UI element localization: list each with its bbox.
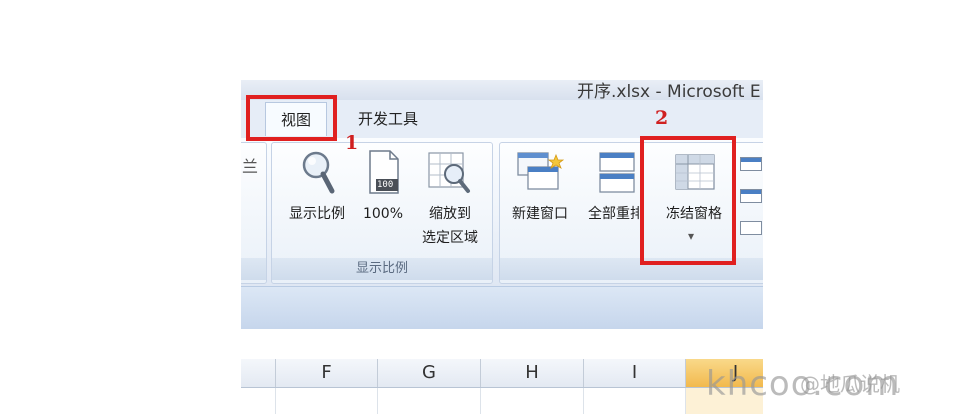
hide-window-icon[interactable] xyxy=(740,189,762,203)
watermark-handle: @地瓜说机 xyxy=(800,372,900,396)
zoom-button[interactable]: 显示比例 xyxy=(276,149,358,229)
cell-grid xyxy=(241,388,763,414)
zoom-to-selection-button[interactable]: 缩放到 选定区域 xyxy=(410,149,490,253)
spacer xyxy=(241,329,763,359)
tab-developer[interactable]: 开发工具 xyxy=(358,108,418,129)
grid-cell[interactable] xyxy=(480,388,583,414)
page-100-icon-text: 100 xyxy=(377,180,394,190)
zoom-to-selection-label-line1: 缩放到 xyxy=(429,206,471,222)
new-window-label: 新建窗口 xyxy=(512,206,568,222)
step-marker-1: 1 xyxy=(345,132,359,154)
new-window-button[interactable]: 新建窗口 xyxy=(502,149,578,229)
arrange-all-icon xyxy=(599,152,635,193)
split-icon[interactable] xyxy=(740,157,762,171)
column-header-f[interactable]: F xyxy=(275,359,377,387)
grid-cell[interactable] xyxy=(377,388,480,414)
zoom-button-label: 显示比例 xyxy=(289,206,345,222)
column-header-row: F G H I J xyxy=(241,359,763,388)
grid-cell[interactable] xyxy=(583,388,685,414)
formula-bar-area xyxy=(241,286,763,330)
zoom-group-caption: 显示比例 xyxy=(272,258,492,280)
previous-group-edge-glyph: 兰 xyxy=(242,157,259,176)
highlight-box-view-tab xyxy=(246,95,337,141)
zoom-100-button[interactable]: 100 100% xyxy=(356,149,410,229)
magnifier-icon xyxy=(302,151,335,194)
previous-group-partial: 兰 xyxy=(241,142,267,284)
zoom-group: 显示比例 100 100% 缩放到 选定区域 显示比例 xyxy=(271,142,493,284)
highlight-box-freeze-panes xyxy=(640,136,736,265)
zoom-100-label: 100% xyxy=(362,206,404,222)
zoom-to-selection-icon xyxy=(428,152,470,193)
grid-cell[interactable] xyxy=(275,388,377,414)
column-header-i[interactable]: I xyxy=(583,359,685,387)
new-window-icon xyxy=(517,152,564,190)
column-header-h[interactable]: H xyxy=(480,359,583,387)
previous-group-caption xyxy=(241,258,266,280)
window-title: 开序.xlsx - Microsoft E xyxy=(577,82,761,102)
zoom-to-selection-label-line2: 选定区域 xyxy=(422,230,478,246)
column-header-g[interactable]: G xyxy=(377,359,480,387)
unhide-window-icon[interactable] xyxy=(740,221,762,235)
step-marker-2: 2 xyxy=(655,107,669,129)
